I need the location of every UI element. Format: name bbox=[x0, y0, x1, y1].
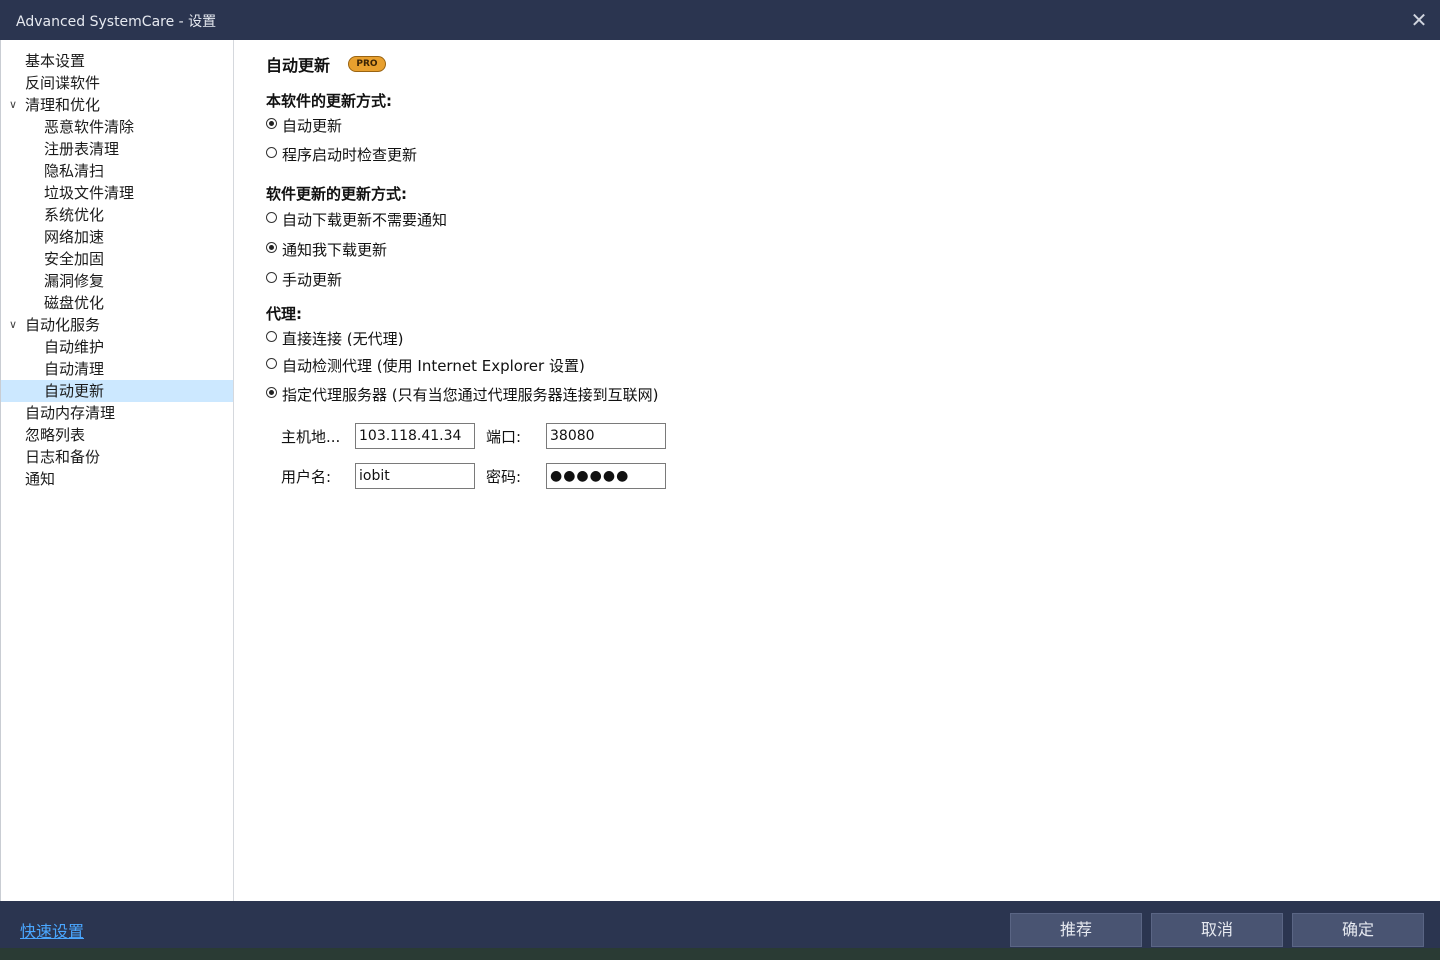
sidebar-item-label: 清理和优化 bbox=[25, 96, 101, 114]
close-icon[interactable]: ✕ bbox=[1408, 6, 1430, 34]
sidebar-item-disk-optimize[interactable]: 磁盘优化 bbox=[1, 292, 233, 314]
sidebar-item-vulnerability-fix[interactable]: 漏洞修复 bbox=[1, 270, 233, 292]
sidebar-item-privacy-sweep[interactable]: 隐私清扫 bbox=[1, 160, 233, 182]
sidebar-item-auto-care[interactable]: 自动维护 bbox=[1, 336, 233, 358]
sidebar-item-label: 自动内存清理 bbox=[25, 404, 116, 422]
chevron-down-icon[interactable]: ∨ bbox=[9, 314, 19, 336]
desktop-strip bbox=[0, 948, 1440, 960]
sidebar-item-anti-spyware[interactable]: 反间谍软件 bbox=[1, 72, 233, 94]
sidebar-item-basic-settings[interactable]: 基本设置 bbox=[1, 50, 233, 72]
footer-bar: 快速设置 推荐 取消 确定 bbox=[0, 901, 1440, 948]
window-title: Advanced SystemCare - 设置 bbox=[16, 14, 217, 30]
radio-button[interactable] bbox=[266, 212, 277, 223]
sidebar-item-label: 注册表清理 bbox=[44, 140, 120, 158]
settings-content: 自动更新 PRO 本软件的更新方式: 自动更新 程序启动时检查更新 软件更新的更… bbox=[266, 40, 1416, 901]
sidebar-item-log-backup[interactable]: 日志和备份 bbox=[1, 446, 233, 468]
sidebar: 基本设置 反间谍软件 ∨ 清理和优化 恶意软件清除 注册表清理 隐私清扫 垃圾文件… bbox=[0, 40, 234, 901]
sidebar-item-label: 漏洞修复 bbox=[44, 272, 105, 290]
sidebar-item-malware-removal[interactable]: 恶意软件清除 bbox=[1, 116, 233, 138]
sidebar-item-registry-clean[interactable]: 注册表清理 bbox=[1, 138, 233, 160]
port-input[interactable]: 38080 bbox=[546, 423, 666, 449]
recommend-button[interactable]: 推荐 bbox=[1010, 913, 1142, 947]
sidebar-item-internet-boost[interactable]: 网络加速 bbox=[1, 226, 233, 248]
radio-label: 指定代理服务器 (只有当您通过代理服务器连接到互联网) bbox=[282, 386, 659, 404]
username-label: 用户名: bbox=[281, 468, 332, 486]
sidebar-item-auto-ram-clean[interactable]: 自动内存清理 bbox=[1, 402, 233, 424]
port-label: 端口: bbox=[486, 428, 522, 446]
sidebar-item-label: 磁盘优化 bbox=[44, 294, 105, 312]
sidebar-item-label: 自动化服务 bbox=[25, 316, 101, 334]
update-method-label: 本软件的更新方式: bbox=[266, 92, 392, 110]
ok-button[interactable]: 确定 bbox=[1292, 913, 1424, 947]
sidebar-item-auto-clean[interactable]: 自动清理 bbox=[1, 358, 233, 380]
cancel-button[interactable]: 取消 bbox=[1151, 913, 1283, 947]
software-update-label: 软件更新的更新方式: bbox=[266, 185, 407, 203]
sidebar-item-security-reinforce[interactable]: 安全加固 bbox=[1, 248, 233, 270]
password-input[interactable]: ●●●●●● bbox=[546, 463, 666, 489]
sidebar-item-junk-clean[interactable]: 垃圾文件清理 bbox=[1, 182, 233, 204]
radio-button[interactable] bbox=[266, 331, 277, 342]
radio-label: 直接连接 (无代理) bbox=[282, 330, 404, 348]
sidebar-item-label: 安全加固 bbox=[44, 250, 105, 268]
radio-label: 通知我下载更新 bbox=[282, 241, 388, 259]
username-input[interactable]: iobit bbox=[355, 463, 475, 489]
sidebar-item-notification[interactable]: 通知 bbox=[1, 468, 233, 490]
pro-badge: PRO bbox=[348, 56, 386, 72]
radio-button[interactable] bbox=[266, 147, 277, 158]
sidebar-item-label: 隐私清扫 bbox=[44, 162, 105, 180]
sidebar-item-label: 自动清理 bbox=[44, 360, 105, 378]
password-label: 密码: bbox=[486, 468, 522, 486]
sidebar-item-label: 网络加速 bbox=[44, 228, 105, 246]
radio-label: 自动检测代理 (使用 Internet Explorer 设置) bbox=[282, 357, 585, 375]
host-input[interactable]: 103.118.41.34 bbox=[355, 423, 475, 449]
sidebar-item-label: 日志和备份 bbox=[25, 448, 101, 466]
radio-button[interactable] bbox=[266, 242, 277, 253]
main-panel: 基本设置 反间谍软件 ∨ 清理和优化 恶意软件清除 注册表清理 隐私清扫 垃圾文件… bbox=[0, 40, 1440, 901]
radio-button[interactable] bbox=[266, 387, 277, 398]
chevron-down-icon[interactable]: ∨ bbox=[9, 94, 19, 116]
radio-button[interactable] bbox=[266, 118, 277, 129]
sidebar-item-label: 系统优化 bbox=[44, 206, 105, 224]
sidebar-item-auto-update[interactable]: 自动更新 bbox=[1, 380, 233, 402]
sidebar-item-automation[interactable]: ∨ 自动化服务 bbox=[1, 314, 233, 336]
sidebar-item-label: 自动维护 bbox=[44, 338, 105, 356]
radio-button[interactable] bbox=[266, 358, 277, 369]
sidebar-item-label: 自动更新 bbox=[44, 382, 105, 400]
sidebar-item-label: 恶意软件清除 bbox=[44, 118, 135, 136]
title-bar: Advanced SystemCare - 设置 ✕ bbox=[0, 0, 1440, 40]
sidebar-item-label: 通知 bbox=[25, 470, 56, 488]
sidebar-item-system-optimize[interactable]: 系统优化 bbox=[1, 204, 233, 226]
radio-button[interactable] bbox=[266, 272, 277, 283]
proxy-label: 代理: bbox=[266, 305, 302, 323]
sidebar-item-label: 反间谍软件 bbox=[25, 74, 101, 92]
radio-label: 程序启动时检查更新 bbox=[282, 146, 418, 164]
page-title: 自动更新 bbox=[266, 56, 331, 75]
sidebar-item-label: 垃圾文件清理 bbox=[44, 184, 135, 202]
radio-label: 自动更新 bbox=[282, 117, 343, 135]
sidebar-item-label: 基本设置 bbox=[25, 52, 86, 70]
sidebar-item-clean-optimize[interactable]: ∨ 清理和优化 bbox=[1, 94, 233, 116]
radio-label: 自动下载更新不需要通知 bbox=[282, 211, 448, 229]
sidebar-item-ignore-list[interactable]: 忽略列表 bbox=[1, 424, 233, 446]
quick-settings-link[interactable]: 快速设置 bbox=[20, 918, 84, 942]
sidebar-item-label: 忽略列表 bbox=[25, 426, 86, 444]
host-label: 主机地... bbox=[281, 428, 341, 446]
radio-label: 手动更新 bbox=[282, 271, 343, 289]
